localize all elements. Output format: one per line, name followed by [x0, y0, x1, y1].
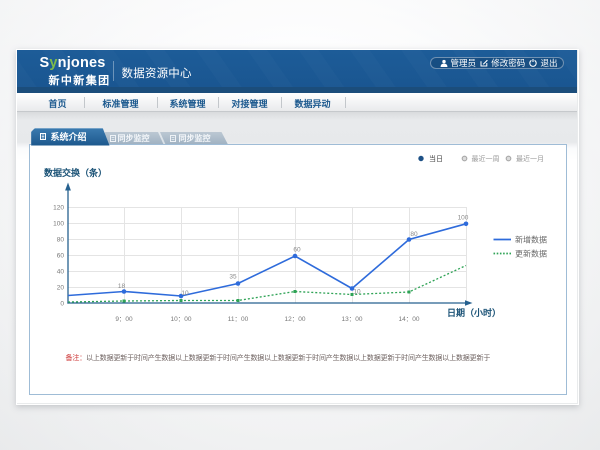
svg-text:10: 10 [353, 288, 361, 295]
svg-text:100: 100 [457, 214, 468, 221]
svg-text:当日: 当日 [429, 154, 443, 163]
svg-text:14：00: 14：00 [398, 316, 419, 323]
svg-text:新增数据: 新增数据 [515, 234, 547, 244]
svg-text:120: 120 [53, 204, 64, 211]
svg-text:13：00: 13：00 [341, 316, 362, 323]
svg-text:更新数据: 更新数据 [515, 248, 547, 258]
svg-text:10: 10 [181, 290, 189, 297]
svg-text:最近一周: 最近一周 [471, 154, 499, 163]
svg-text:35: 35 [229, 273, 237, 280]
svg-text:60: 60 [56, 252, 64, 259]
svg-text:最近一月: 最近一月 [516, 154, 544, 163]
svg-text:40: 40 [56, 268, 64, 275]
svg-text:数据交换（条）: 数据交换（条） [44, 167, 107, 178]
svg-text:80: 80 [56, 236, 64, 243]
svg-text:80: 80 [410, 231, 418, 238]
svg-text:10：00: 10：00 [170, 316, 191, 323]
svg-text:11：00: 11：00 [227, 316, 248, 323]
svg-text:日期（小时）: 日期（小时） [447, 307, 501, 318]
svg-text:20: 20 [56, 284, 64, 291]
svg-text:60: 60 [293, 246, 301, 253]
svg-text:9：00: 9：00 [115, 316, 133, 323]
svg-text:100: 100 [53, 220, 64, 227]
svg-text:0: 0 [60, 300, 64, 307]
svg-text:12：00: 12：00 [284, 316, 305, 323]
svg-text:18: 18 [117, 283, 125, 290]
